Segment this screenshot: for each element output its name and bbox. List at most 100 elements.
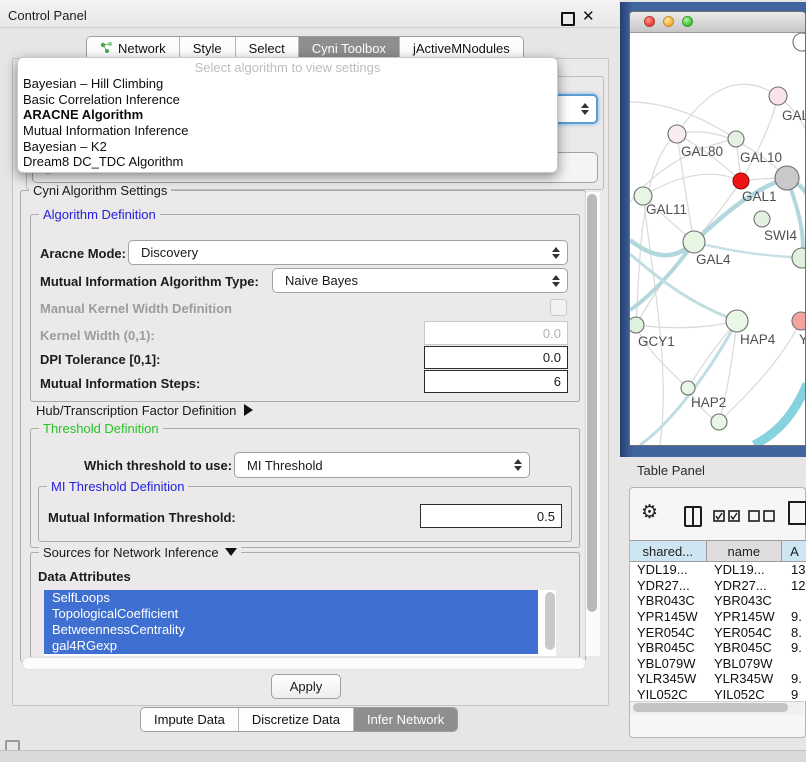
network-node[interactable] [726, 310, 748, 332]
dropdown-item[interactable]: Dream8 DC_TDC Algorithm [18, 154, 557, 170]
mi-steps-label: Mutual Information Steps: [40, 376, 200, 391]
window-close-button[interactable] [644, 16, 655, 27]
table-row[interactable]: YBR045CYBR045C9. [630, 640, 806, 656]
manual-kernel-checkbox[interactable] [550, 299, 567, 316]
attribute-item-selected[interactable]: SelfLoops [44, 590, 538, 606]
attribute-list-scrollbar[interactable] [545, 592, 555, 650]
data-attributes-list[interactable]: SelfLoops TopologicalCoefficient Between… [44, 590, 556, 656]
stepper-icon [581, 103, 588, 115]
window-minimize-button[interactable] [663, 16, 674, 27]
mi-type-combobox[interactable]: Naive Bayes [272, 268, 568, 293]
tab-infer-network-label: Infer Network [367, 712, 444, 727]
network-node[interactable] [683, 231, 705, 253]
which-threshold-combobox[interactable]: MI Threshold [234, 452, 530, 478]
close-panel-icon[interactable]: ✕ [582, 7, 595, 25]
network-node[interactable] [793, 33, 805, 51]
settings-scrollbar-thumb[interactable] [587, 194, 597, 612]
cell: YPR145W [630, 609, 707, 624]
tab-cyni-toolbox-label: Cyni Toolbox [312, 41, 386, 56]
network-node[interactable] [630, 317, 644, 333]
cell: YBL079W [630, 656, 707, 671]
network-node[interactable] [775, 166, 799, 190]
table-horizontal-scrollbar-thumb[interactable] [633, 703, 788, 712]
apply-button[interactable]: Apply [271, 674, 341, 699]
network-icon [100, 41, 113, 57]
mi-steps-field[interactable]: 6 [424, 370, 568, 393]
expand-right-icon [244, 404, 253, 416]
network-node[interactable] [711, 414, 727, 430]
table-panel-title: Table Panel [637, 463, 705, 478]
network-window[interactable]: GAL GAL80 GAL10 GAL1 GAL11 SWI4 GAL4 GCY… [629, 11, 806, 446]
aracne-mode-combobox[interactable]: Discovery [128, 240, 568, 265]
network-window-titlebar[interactable] [630, 12, 805, 33]
cell: YDL19... [630, 562, 707, 577]
table-row[interactable]: YBL079WYBL079W [630, 656, 806, 672]
table-row[interactable]: YDR27...YDR27...12 [630, 578, 806, 594]
column-header-shared-name[interactable]: shared... [630, 541, 707, 561]
attribute-item-selected[interactable]: TopologicalCoefficient [44, 606, 538, 622]
dropdown-item[interactable]: Bayesian – Hill Climbing [18, 76, 557, 92]
table-row[interactable]: YPR145WYPR145W9. [630, 609, 806, 625]
tab-discretize-data[interactable]: Discretize Data [239, 708, 354, 731]
columns-icon[interactable] [684, 506, 702, 527]
column-header-name[interactable]: name [707, 541, 783, 561]
node-label: Y [799, 332, 805, 347]
dropdown-item-selected[interactable]: ARACNE Algorithm [18, 107, 557, 123]
stepper-icon [552, 247, 559, 259]
control-panel-title: Control Panel [8, 8, 87, 23]
cell: YDR27... [707, 578, 783, 593]
cell: YBL079W [707, 656, 783, 671]
settings-horizontal-scrollbar[interactable] [22, 657, 586, 670]
node-label: GAL [782, 108, 805, 123]
sources-title: Sources for Network Inference [43, 545, 219, 560]
mi-threshold-field[interactable]: 0.5 [420, 504, 562, 528]
threshold-definition-title: Threshold Definition [39, 421, 163, 436]
cell: 9 [783, 687, 806, 701]
attribute-item-selected[interactable]: gal4RGexp [44, 638, 538, 654]
table-row[interactable]: YER054CYER054C8. [630, 624, 806, 640]
document-icon[interactable] [788, 501, 806, 525]
cell: YLR345W [707, 671, 783, 686]
checked-checkboxes-icon[interactable] [713, 510, 741, 523]
hub-definition-label: Hub/Transcription Factor Definition [36, 403, 236, 418]
network-node[interactable] [668, 125, 686, 143]
dpi-tolerance-field[interactable]: 0.0 [424, 346, 568, 369]
cell: YPR145W [707, 609, 783, 624]
attribute-item-selected[interactable]: BetweennessCentrality [44, 622, 538, 638]
table-row[interactable]: YDL19...YDL19...13 [630, 562, 806, 578]
table-row[interactable]: YLR345WYLR345W9. [630, 671, 806, 687]
network-canvas[interactable]: GAL GAL80 GAL10 GAL1 GAL11 SWI4 GAL4 GCY… [630, 32, 805, 445]
column-header-cut[interactable]: A [782, 541, 806, 561]
cell: YBR045C [707, 640, 783, 655]
table-row[interactable]: YBR043CYBR043C [630, 593, 806, 609]
tab-impute-data-label: Impute Data [154, 712, 225, 727]
cell: YBR043C [707, 593, 783, 608]
network-node-selected[interactable] [733, 173, 749, 189]
cell: YDR27... [630, 578, 707, 593]
hub-definition-toggle[interactable]: Hub/Transcription Factor Definition [36, 403, 253, 418]
table-row[interactable]: YIL052CYIL052C9 [630, 687, 806, 701]
sources-toggle[interactable]: Sources for Network Inference [39, 545, 241, 560]
tab-infer-network[interactable]: Infer Network [354, 708, 457, 731]
application-root: Control Panel ✕ Network Style Select Cyn… [0, 0, 806, 762]
network-node[interactable] [681, 381, 695, 395]
table-body[interactable]: YDL19...YDL19...13 YDR27...YDR27...12 YB… [630, 562, 806, 701]
network-node[interactable] [792, 248, 805, 268]
network-node[interactable] [754, 211, 770, 227]
window-zoom-button[interactable] [682, 16, 693, 27]
tab-style-label: Style [193, 41, 222, 56]
float-panel-icon[interactable] [561, 12, 575, 26]
tab-impute-data[interactable]: Impute Data [141, 708, 239, 731]
dropdown-item[interactable]: Basic Correlation Inference [18, 92, 557, 108]
cell: YER054C [630, 625, 707, 640]
unchecked-checkboxes-icon[interactable] [748, 510, 776, 523]
tab-jactivemnodules-label: jActiveMNodules [413, 41, 510, 56]
mi-threshold-group-title: MI Threshold Definition [47, 479, 188, 494]
network-node[interactable] [728, 131, 744, 147]
gear-icon[interactable]: ⚙ [641, 501, 658, 524]
network-node[interactable] [792, 312, 805, 330]
dropdown-prompt: Select algorithm to view settings [18, 61, 557, 76]
network-node[interactable] [769, 87, 787, 105]
dropdown-item[interactable]: Mutual Information Inference [18, 123, 557, 139]
dropdown-item[interactable]: Bayesian – K2 [18, 139, 557, 155]
